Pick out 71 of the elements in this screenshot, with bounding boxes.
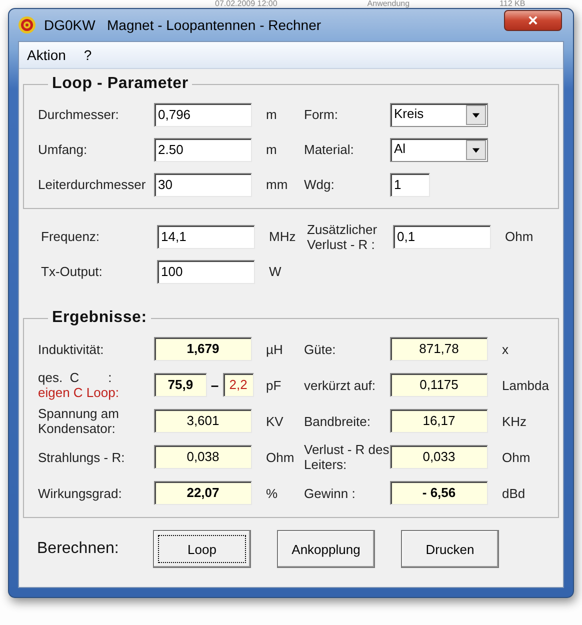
input-field[interactable]: 1 xyxy=(390,172,430,196)
result-field: 22,07 xyxy=(154,481,252,505)
unit-label: MHz xyxy=(268,229,297,244)
field-label: Verlust - R des Leiters: xyxy=(304,442,390,472)
group-title: Ergebnisse: xyxy=(51,309,148,327)
input-field[interactable]: 2.50 xyxy=(154,138,252,162)
result-field: 16,17 xyxy=(390,409,488,433)
unit-label: Ohm xyxy=(501,450,532,464)
field-label: Gewinn : xyxy=(304,486,356,500)
background-text: 112 KB xyxy=(500,0,526,8)
background-text: 07.02.2009 12:00 xyxy=(215,0,278,8)
field-label: Zusätzlicher Verlust - R : xyxy=(307,222,378,252)
dropdown[interactable]: Kreis xyxy=(390,102,488,126)
field-label: qes. C : xyxy=(38,370,113,385)
input-field[interactable]: 30 xyxy=(154,172,252,196)
result-field: 0,038 xyxy=(154,445,252,469)
field-label: Umfang: xyxy=(38,142,88,157)
input-field[interactable]: 14,1 xyxy=(157,224,255,248)
unit-label: x xyxy=(501,342,510,356)
result-field: 75,9 xyxy=(154,373,207,397)
field-label: Induktivität: xyxy=(38,342,105,356)
calculate-button[interactable]: Ankopplung xyxy=(277,530,375,568)
unit-label: Lambda xyxy=(501,378,550,392)
result-field: 3,601 xyxy=(154,409,252,433)
menu-item[interactable]: ? xyxy=(82,47,94,63)
input-field[interactable]: 0,796 xyxy=(154,102,252,126)
field-label: Form: xyxy=(304,107,339,122)
input-field[interactable]: 0,1 xyxy=(393,224,491,248)
result-field: - 6,56 xyxy=(390,481,488,505)
unit-label: m xyxy=(265,107,278,122)
background-text: Anwendung xyxy=(367,0,410,8)
field-label: Wirkungsgrad: xyxy=(38,486,123,500)
dropdown[interactable]: Al xyxy=(390,138,488,162)
field-label: verkürzt auf: xyxy=(304,378,377,392)
unit-label: Ohm xyxy=(265,450,296,464)
field-label: Frequenz: xyxy=(41,229,101,244)
close-button[interactable]: × xyxy=(504,10,562,31)
minus-sign: – xyxy=(210,377,219,393)
result-field: 0,033 xyxy=(390,445,488,469)
unit-label: W xyxy=(268,264,282,279)
unit-label: % xyxy=(265,486,279,500)
field-label: eigen C Loop: xyxy=(38,385,120,400)
field-label: Spannung am Kondensator: xyxy=(38,406,120,436)
field-label: Durchmesser: xyxy=(38,107,120,122)
field-label: Strahlungs - R: xyxy=(38,450,126,464)
calculate-button[interactable]: Drucken xyxy=(401,530,499,568)
calculate-button[interactable]: Loop xyxy=(153,530,251,568)
field-label: Material: xyxy=(304,142,355,157)
field-label: Leiterdurchmesser xyxy=(38,177,147,192)
unit-label: mm xyxy=(265,177,289,192)
menu-item[interactable]: Aktion xyxy=(25,47,68,63)
unit-label: KV xyxy=(265,414,284,428)
field-label: Tx-Output: xyxy=(41,264,104,279)
field-label: Bandbreite: xyxy=(304,414,372,428)
field-label: Wdg: xyxy=(304,177,336,192)
calculate-label: Berechnen: xyxy=(37,540,120,558)
group-title: Loop - Parameter xyxy=(51,75,190,93)
input-field[interactable]: 100 xyxy=(157,260,255,284)
unit-label: KHz xyxy=(501,414,528,428)
unit-label: Ohm xyxy=(504,229,534,244)
unit-label: pF xyxy=(265,378,282,392)
unit-label: m xyxy=(265,142,278,157)
field-label: Güte: xyxy=(304,342,337,356)
app-logo-icon xyxy=(18,16,36,34)
unit-label: dBd xyxy=(501,486,526,500)
result-field: 871,78 xyxy=(390,337,488,361)
result-field: 1,679 xyxy=(154,337,252,361)
unit-label: µH xyxy=(265,342,284,356)
result-field: 2,2 xyxy=(222,373,254,397)
result-field: 0,1175 xyxy=(390,373,488,397)
window-title: DG0KW Magnet - Loopantennen - Rechner xyxy=(44,17,322,33)
